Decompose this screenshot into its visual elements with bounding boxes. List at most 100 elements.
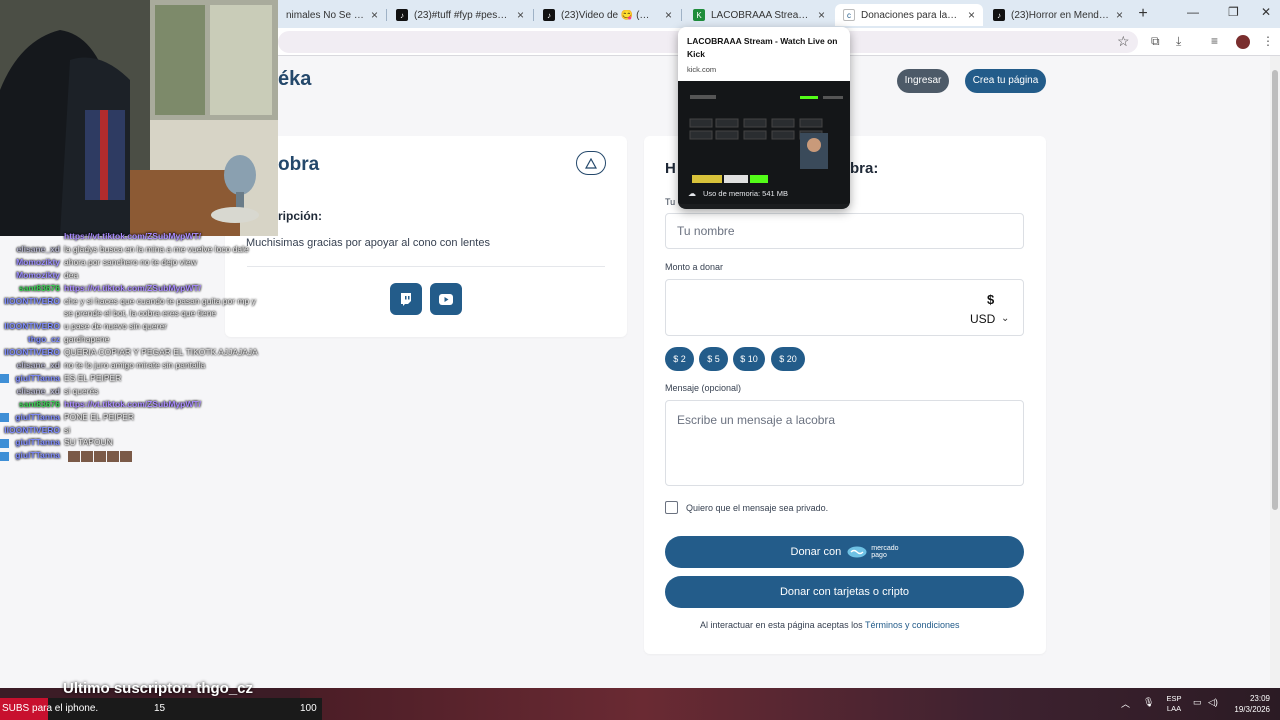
donate-crypto-button[interactable]: Donar con tarjetas o cripto <box>665 576 1024 608</box>
tab-close-icon[interactable]: × <box>517 8 524 22</box>
message-textarea[interactable]: Escribe un mensaje a lacobra <box>665 400 1024 486</box>
tab-donaciones[interactable]: c Donaciones para lacobra | C × <box>835 4 983 26</box>
tab-title: (23)Horror en Mendoza: La v <box>1011 9 1110 21</box>
chat-message: IIOONTIVERO che y si haces que cuando te … <box>0 296 256 309</box>
tab-tiktok-tuff[interactable]: ♪ (23)#tuff #fyp #pesopluma # × <box>388 4 532 26</box>
private-checkbox-label: Quiero que el mensaje sea privado. <box>686 503 829 513</box>
twitch-button[interactable] <box>390 283 422 315</box>
memory-usage: Uso de memoria: 541 MB <box>703 189 789 198</box>
login-button[interactable]: Ingresar <box>897 69 949 93</box>
maximize-icon[interactable]: ❐ <box>1228 5 1239 19</box>
chat-username: thgo_cz <box>27 334 60 345</box>
twitch-icon <box>401 293 411 306</box>
description-text: Muchisimas gracias por apoyar al cono co… <box>246 237 490 249</box>
name-label: Tu <box>665 197 676 207</box>
tiktok-icon: ♪ <box>396 9 408 21</box>
volume-icon[interactable]: ◁) <box>1208 697 1218 708</box>
minimize-icon[interactable]: — <box>1187 5 1199 19</box>
scrollbar-thumb[interactable] <box>1272 70 1278 510</box>
report-button[interactable] <box>576 151 606 175</box>
download-icon[interactable]: ⤓ <box>1176 34 1181 49</box>
amount-chip-20[interactable]: $ 20 <box>771 347 805 371</box>
mp-logo-bottom: pago <box>871 552 887 559</box>
chevron-down-icon[interactable]: ⌄ <box>1001 313 1009 324</box>
network-icon[interactable]: ▭ <box>1193 697 1202 708</box>
create-page-button[interactable]: Crea tu página <box>965 69 1046 93</box>
warning-icon <box>585 157 597 169</box>
tray-chevron-up-icon[interactable]: ︿ <box>1121 697 1130 710</box>
tab-close-icon[interactable]: × <box>818 8 825 22</box>
tab-close-icon[interactable]: × <box>968 8 975 22</box>
memory-icon: ☁ <box>688 189 696 198</box>
emote-icon <box>94 450 106 462</box>
reading-list-icon[interactable]: ≡ <box>1211 34 1218 48</box>
creator-name: obra <box>278 154 320 175</box>
chat-text: che y si haces que cuando te pasan guita… <box>64 295 256 306</box>
amount-chip-2[interactable]: $ 2 <box>665 347 694 371</box>
profile-avatar[interactable] <box>1236 35 1250 49</box>
tab-separator <box>533 9 534 21</box>
taskbar-background <box>300 688 1280 720</box>
amount-chip-5[interactable]: $ 5 <box>699 347 728 371</box>
donate-mp-label: Donar con <box>790 546 842 558</box>
emote-icon <box>68 450 80 462</box>
emote-icon <box>81 450 93 462</box>
tab-kick-stream[interactable]: K LACOBRAAA Stream - Watch × <box>685 4 833 26</box>
menu-icon[interactable]: ⋮ <box>1262 34 1274 48</box>
chat-message: giulTTanna ES EL PEIPER <box>0 373 121 386</box>
emote-icon <box>120 450 132 462</box>
chat-text: si querés <box>64 385 99 396</box>
chat-username: Momozikty <box>16 269 60 280</box>
chat-username: giulTTanna <box>15 411 60 422</box>
system-clock[interactable]: 23:09 19/3/2026 <box>1228 693 1270 715</box>
kick-icon: K <box>693 9 705 21</box>
tab-close-icon[interactable]: × <box>371 8 378 22</box>
youtube-button[interactable] <box>430 283 462 315</box>
chat-text: ES EL PEIPER <box>64 372 122 383</box>
chat-text: https://vt.tiktok.com/ZSubMypWT/ <box>64 231 201 241</box>
tab-tiktok-video[interactable]: ♪ (23)Video de 😋 (@alandelu × <box>535 4 680 26</box>
chat-username: giulTTanna <box>15 450 60 461</box>
chat-username: Momozikty <box>16 256 60 267</box>
donate-mercadopago-button[interactable]: Donar con mercado pago <box>665 536 1024 568</box>
site-logo[interactable]: éka <box>278 68 311 91</box>
language-indicator[interactable]: ESP LAA <box>1164 694 1184 714</box>
tab-title: (23)#tuff #fyp #pesopluma # <box>414 9 511 21</box>
bookmark-star-icon[interactable]: ☆ <box>1117 33 1130 50</box>
name-input[interactable]: Tu nombre <box>665 213 1024 249</box>
last-subscriber-banner: Ultimo suscriptor: thgo_cz <box>63 680 254 697</box>
chat-text: gardhapene <box>64 334 110 345</box>
tab-separator <box>681 9 682 21</box>
chat-text: https://vt.tiktok.com/ZSubMypWT/ <box>64 282 201 293</box>
tab-title: nimales No Se Contagi <box>286 9 365 21</box>
microphone-icon[interactable]: 🎙 <box>1143 697 1154 708</box>
close-window-icon[interactable]: ✕ <box>1261 5 1271 19</box>
terms-link[interactable]: Términos y condiciones <box>865 620 960 630</box>
amount-input[interactable] <box>665 279 1024 336</box>
chat-message: sant83676 https://vt.tiktok.com/ZSubMypWT… <box>0 283 201 296</box>
chat-message: Momozikty ahora por sanchero no te dejo v… <box>0 257 197 270</box>
currency-select[interactable]: USD <box>970 312 995 326</box>
tab-close-icon[interactable]: × <box>1116 8 1123 22</box>
subs-current: 15 <box>154 703 166 714</box>
private-checkbox[interactable] <box>665 501 678 514</box>
tab-title: LACOBRAAA Stream - Watch <box>711 9 812 21</box>
chat-username: IIOONTIVERO <box>4 424 60 435</box>
mp-logo-top: mercado <box>871 545 899 552</box>
preview-domain: kick.com <box>687 65 717 74</box>
chat-text: SU TAPOUN <box>64 437 113 448</box>
mercadopago-logo: mercado pago <box>847 545 899 559</box>
new-tab-button[interactable]: + <box>1134 5 1152 23</box>
chat-message: giulTTanna SU TAPOUN <box>0 437 113 450</box>
translate-icon[interactable]: ⧉ <box>1151 34 1160 49</box>
chat-username: elisane_xd <box>16 385 60 396</box>
chat-message: elisane_xd no te lo juro amigo mirate sin… <box>0 360 206 373</box>
cafecito-icon: c <box>843 9 855 21</box>
amount-chip-10[interactable]: $ 10 <box>733 347 765 371</box>
tab-close-icon[interactable]: × <box>665 8 672 22</box>
tab-animales[interactable]: nimales No Se Contagi × <box>278 4 386 26</box>
subscriber-badge-icon <box>0 374 9 384</box>
tab-tiktok-horror[interactable]: ♪ (23)Horror en Mendoza: La v × <box>985 4 1131 26</box>
chat-username: sant83676 <box>18 398 60 409</box>
chat-message: IIOONTIVERO u pase de nuevo sin querer <box>0 321 167 334</box>
